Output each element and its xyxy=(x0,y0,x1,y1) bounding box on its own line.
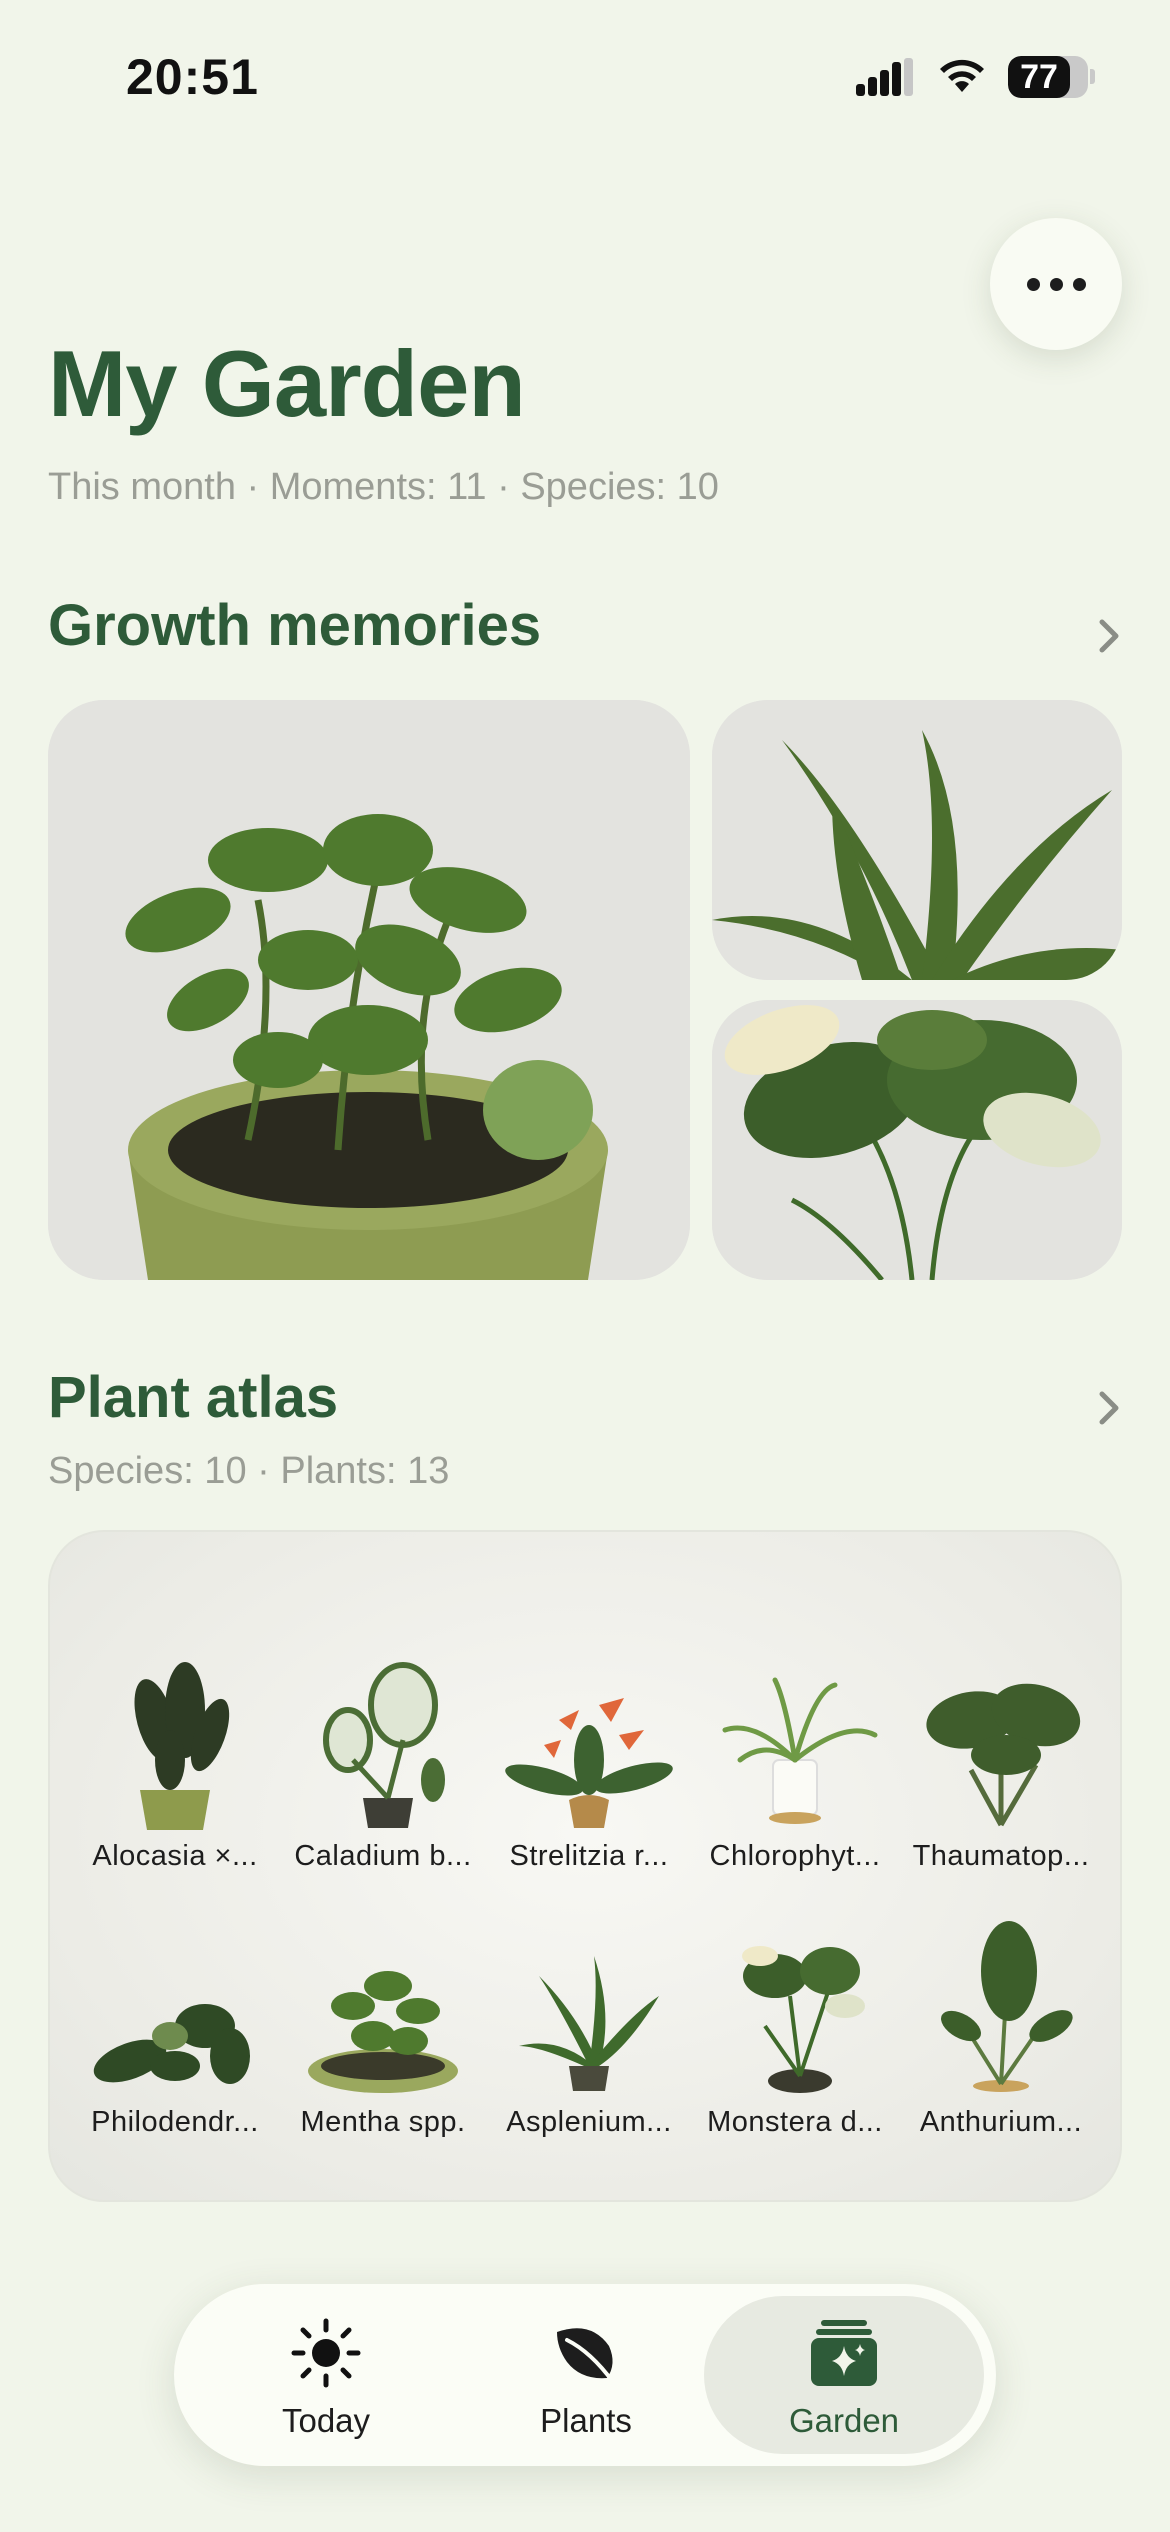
ellipsis-icon xyxy=(1026,277,1040,291)
thaumatophyllum-thumbnail xyxy=(926,1683,1081,1827)
atlas-item-name: Philodendr... xyxy=(91,2106,259,2138)
strelitzia-thumbnail xyxy=(505,1698,673,1828)
status-time: 20:51 xyxy=(126,49,259,105)
atlas-item-name: Strelitzia r... xyxy=(509,1840,669,1872)
atlas-item-name: Anthurium... xyxy=(919,2106,1083,2138)
more-options-button[interactable] xyxy=(990,218,1122,350)
atlas-item-mentha[interactable]: Mentha spp. xyxy=(278,1916,488,2156)
plant-atlas-subtitle: Species: 10 · Plants: 13 xyxy=(48,1450,450,1492)
tab-garden[interactable]: Garden xyxy=(714,2284,974,2466)
atlas-item-name: Thaumatop... xyxy=(912,1840,1090,1872)
ellipsis-icon-dot xyxy=(1072,277,1086,291)
page-title: My Garden xyxy=(48,331,526,436)
wifi-icon xyxy=(940,59,984,92)
atlas-item-name: Caladium b... xyxy=(294,1840,472,1872)
mint-pot-photo[interactable] xyxy=(48,700,690,1280)
anthurium-thumbnail xyxy=(941,1921,1073,2092)
tab-label: Garden xyxy=(788,2402,900,2439)
atlas-item-strelitzia[interactable]: Strelitzia r... xyxy=(484,1650,694,1890)
atlas-item-asplenium[interactable]: Asplenium... xyxy=(484,1916,694,2156)
atlas-item-caladium[interactable]: Caladium b... xyxy=(278,1650,488,1890)
sparkle-stack-icon xyxy=(811,2320,877,2386)
atlas-item-name: Chlorophyt... xyxy=(709,1840,881,1872)
chlorophytum-thumbnail xyxy=(722,1677,878,1824)
tab-label: Today xyxy=(281,2402,371,2439)
atlas-item-name: Monstera d... xyxy=(707,2106,883,2138)
atlas-item-name: Alocasia ×... xyxy=(92,1840,258,1872)
battery-percent: 77 xyxy=(1020,58,1058,96)
atlas-item-philodendron[interactable]: Philodendr... xyxy=(70,1916,280,2156)
alocasia-thumbnail xyxy=(134,1662,230,1830)
battery-icon: 77 xyxy=(1008,56,1088,98)
tab-plants[interactable]: Plants xyxy=(456,2284,716,2466)
tab-today[interactable]: Today xyxy=(196,2284,456,2466)
plant-atlas-card[interactable]: Alocasia ×... Caladium b... Strelitzia r… xyxy=(48,1530,1122,2202)
atlas-item-name: Asplenium... xyxy=(506,2106,672,2138)
sun-icon xyxy=(291,2318,361,2388)
caladium-thumbnail xyxy=(323,1662,445,1828)
tab-bar: Today Plants Garden xyxy=(174,2284,996,2466)
chevron-right-icon[interactable] xyxy=(1092,616,1126,656)
atlas-item-anthurium[interactable]: Anthurium... xyxy=(896,1916,1106,2156)
ellipsis-icon-dot xyxy=(1049,277,1063,291)
monstera-photo[interactable] xyxy=(712,1000,1122,1280)
atlas-item-thaumatophyllum[interactable]: Thaumatop... xyxy=(896,1650,1106,1890)
atlas-item-alocasia[interactable]: Alocasia ×... xyxy=(70,1650,280,1890)
leaf-icon xyxy=(557,2328,615,2384)
chevron-right-icon[interactable] xyxy=(1092,1388,1126,1428)
atlas-item-name: Mentha spp. xyxy=(300,2106,466,2138)
tab-label: Plants xyxy=(540,2402,632,2439)
atlas-item-chlorophytum[interactable]: Chlorophyt... xyxy=(690,1650,900,1890)
philodendron-thumbnail xyxy=(93,2004,250,2084)
plant-atlas-title[interactable]: Plant atlas xyxy=(48,1364,338,1431)
asplenium-thumbnail xyxy=(519,1956,659,2091)
atlas-item-monstera[interactable]: Monstera d... xyxy=(690,1916,900,2156)
monstera-thumbnail xyxy=(742,1946,865,2093)
asplenium-photo[interactable] xyxy=(712,700,1122,980)
page-subtitle: This month · Moments: 11 · Species: 10 xyxy=(48,466,719,508)
growth-memories-title[interactable]: Growth memories xyxy=(48,592,541,659)
mentha-thumbnail xyxy=(308,1971,458,2093)
battery-tip xyxy=(1090,69,1095,84)
cellular-signal-icon xyxy=(856,58,913,96)
